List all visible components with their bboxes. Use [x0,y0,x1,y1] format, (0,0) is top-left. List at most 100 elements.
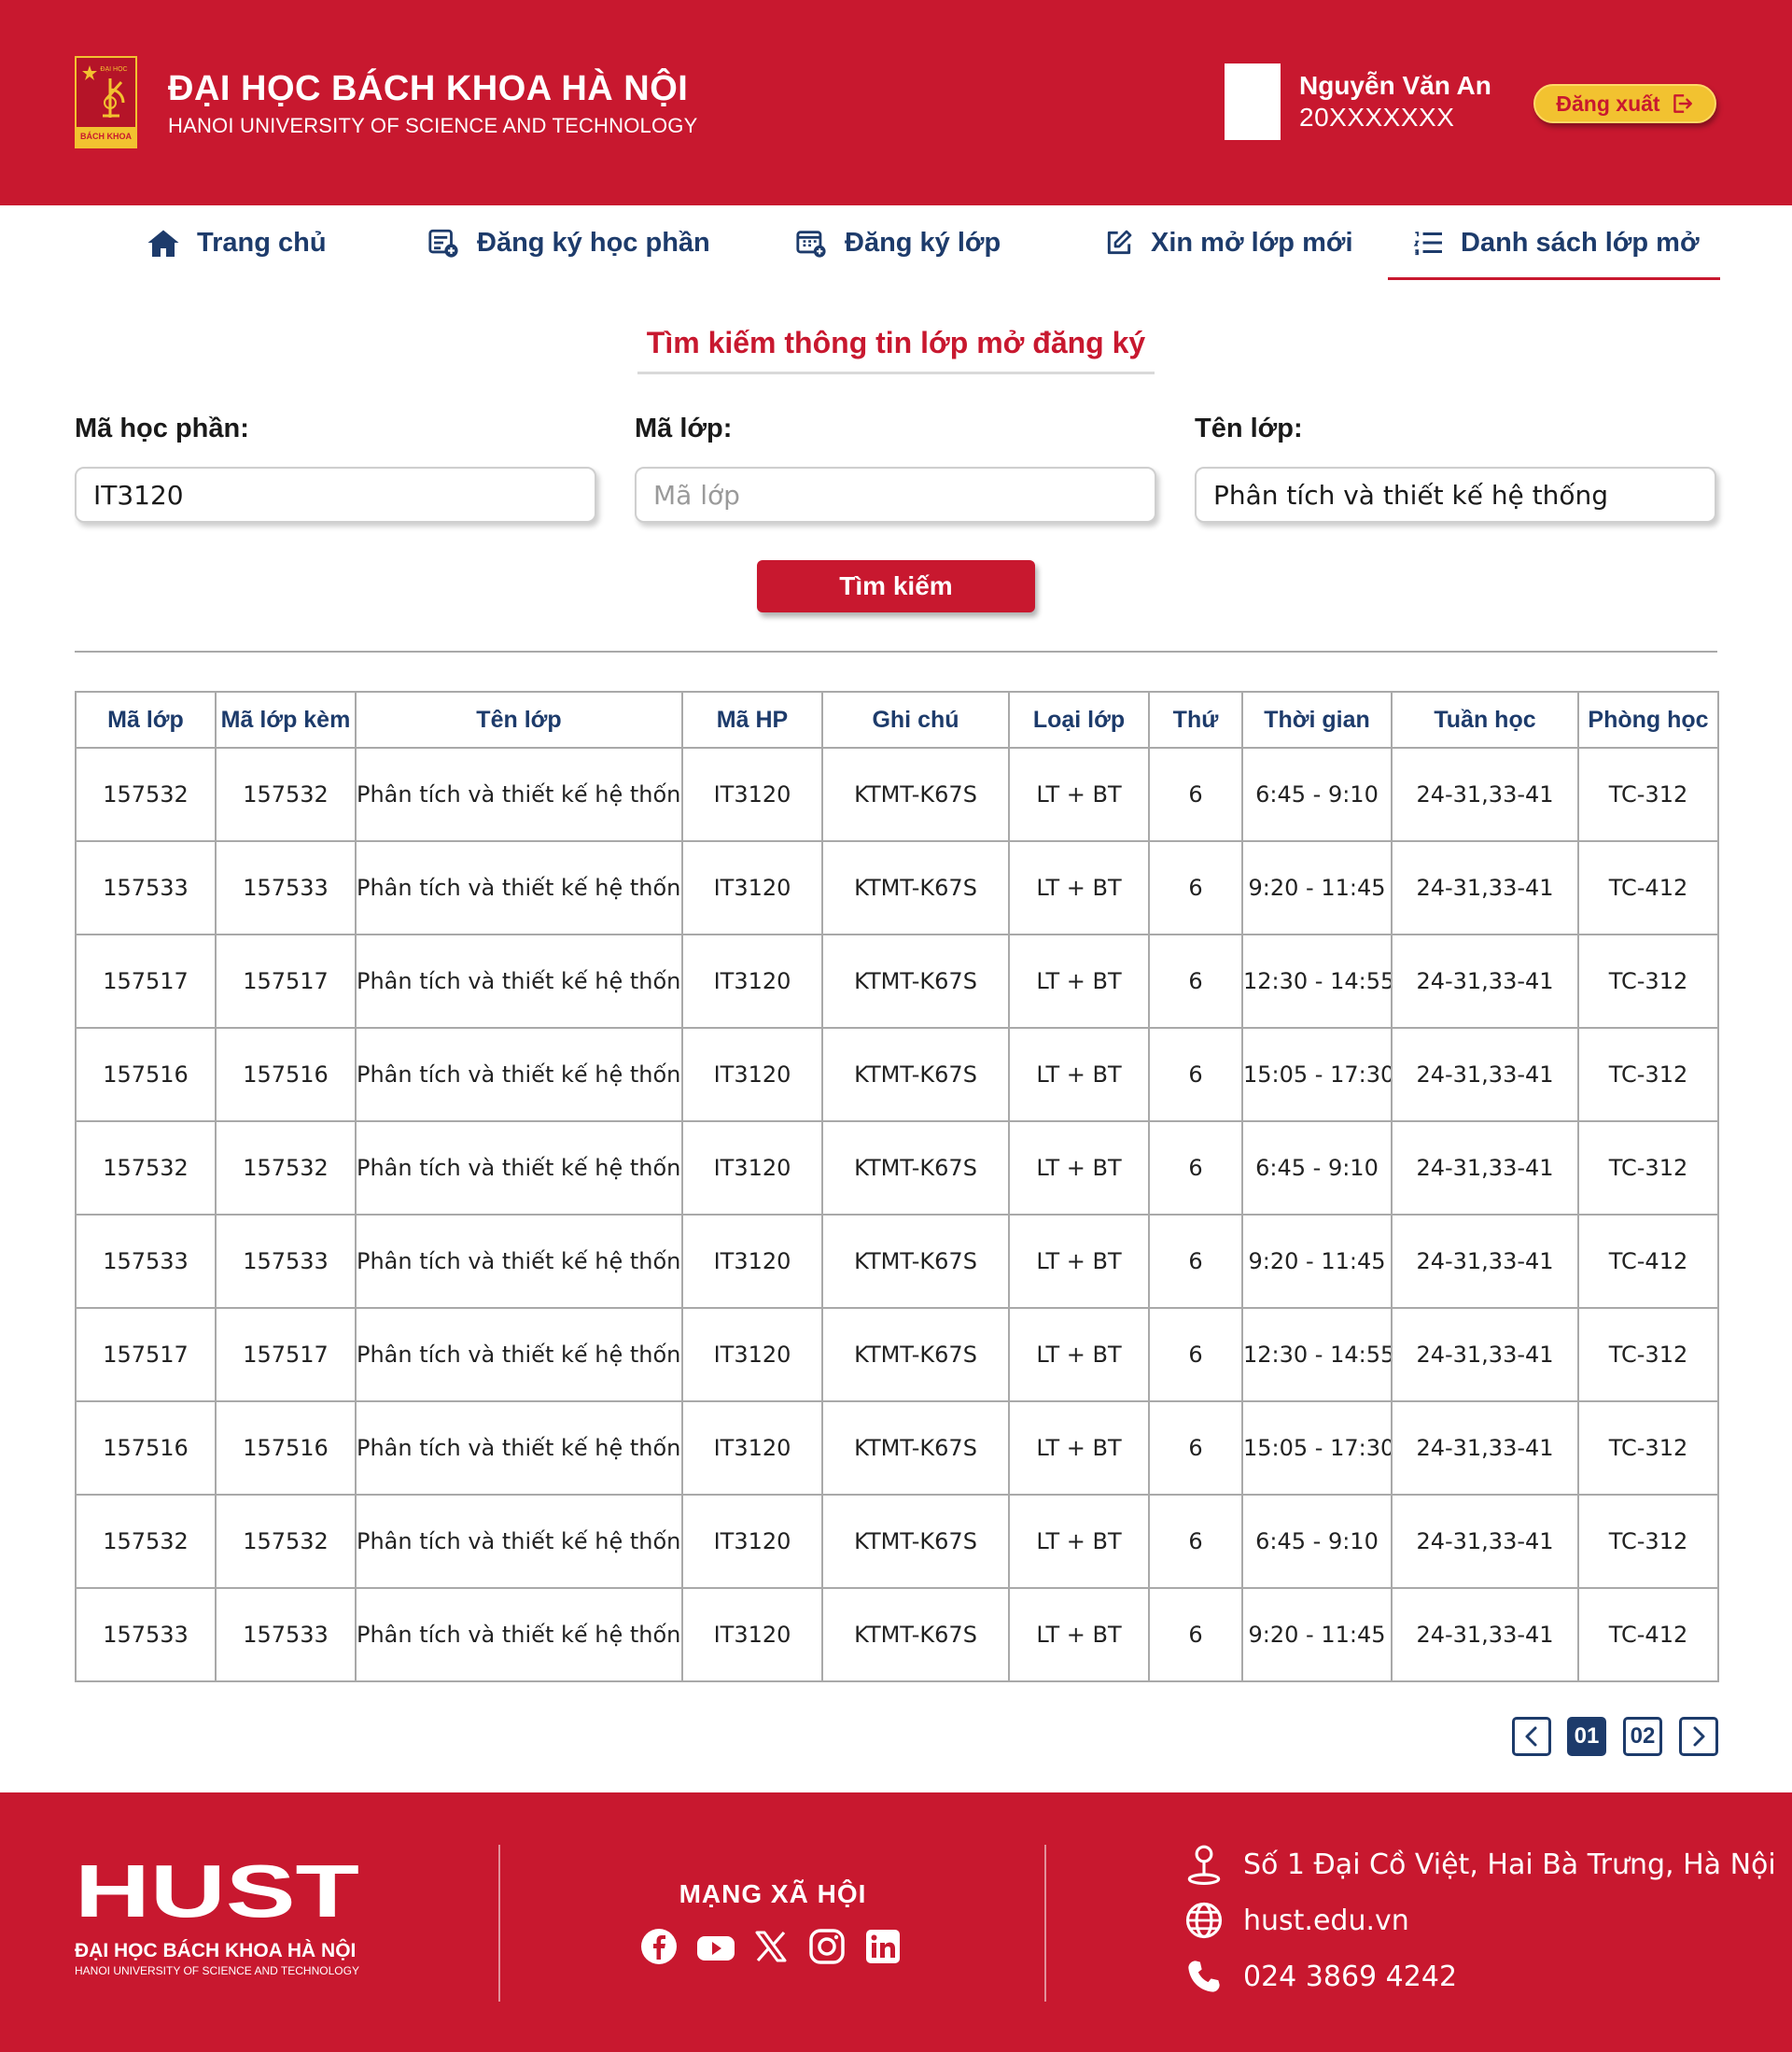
column-header: Mã lớp kèm [215,691,357,749]
table-cell: Phân tích và thiết kế hệ thống [355,747,683,842]
main-nav: Trang chủ Đăng ký học phần Đăng ký lớp X… [0,205,1792,280]
table-row[interactable]: 157532 157532 Phân tích và thiết kế hệ thố… [75,1494,1719,1589]
table-row[interactable]: 157533 157533 Phân tích và thiết kế hệ thố… [75,840,1719,935]
table-cell: LT + BT [1008,1027,1150,1122]
table-cell: 157532 [75,747,217,842]
phone-icon [1183,1956,1225,1997]
table-row[interactable]: 157532 157532 Phân tích và thiết kế hệ thố… [75,1120,1719,1216]
table-row[interactable]: 157517 157517 Phân tích và thiết kế hệ thố… [75,934,1719,1029]
nav-item-home[interactable]: Trang chủ [147,205,327,280]
table-cell: 24-31,33-41 [1391,1307,1579,1402]
table-cell: 157533 [75,840,217,935]
table-cell: IT3120 [681,1494,823,1589]
page-button-02[interactable]: 02 [1623,1717,1662,1756]
table-cell: 9:20 - 11:45 [1241,1587,1393,1682]
course-code-label: Mã học phần: [75,414,249,443]
table-cell: KTMT-K67S [821,747,1010,842]
table-cell: KTMT-K67S [821,1027,1010,1122]
nav-item-request-class[interactable]: Xin mở lớp mới [1104,205,1353,280]
course-code-input[interactable] [75,467,596,523]
table-cell: 9:20 - 11:45 [1241,840,1393,935]
table-cell: 6 [1148,747,1243,842]
header: ĐẠI HỌC BÁCH KHOA ĐẠI HỌC BÁCH KHOA HÀ N… [0,0,1792,205]
table-cell: LT + BT [1008,1587,1150,1682]
table-cell: LT + BT [1008,1307,1150,1402]
edit-icon [1107,230,1132,255]
table-row[interactable]: 157533 157533 Phân tích và thiết kế hệ thố… [75,1214,1719,1309]
page-button-01[interactable]: 01 [1567,1717,1606,1756]
prev-page-button[interactable] [1512,1717,1551,1756]
table-cell: Phân tích và thiết kế hệ thống [355,934,683,1029]
facebook-icon[interactable] [640,1928,678,1965]
table-cell: 6:45 - 9:10 [1241,1494,1393,1589]
nav-item-course-register[interactable]: Đăng ký học phần [427,205,710,280]
column-header: Thứ [1148,691,1243,749]
table-cell: LT + BT [1008,1214,1150,1309]
chevron-left-icon [1525,1726,1537,1747]
search-button[interactable]: Tìm kiếm [757,560,1035,612]
table-cell: Phân tích và thiết kế hệ thống [355,1587,683,1682]
logo-top-text: ĐẠI HỌC [100,66,127,73]
table-cell: 6 [1148,934,1243,1029]
x-icon[interactable] [752,1928,790,1965]
class-name-input[interactable] [1195,467,1716,523]
table-cell: 157517 [75,1307,217,1402]
website-link[interactable]: hust.edu.vn [1243,1904,1409,1937]
social-title: MẠNG XÃ HỘI [679,1879,867,1908]
nav-item-class-register[interactable]: Đăng ký lớp [794,205,1001,280]
table-cell: 157517 [75,934,217,1029]
table-cell: 24-31,33-41 [1391,747,1579,842]
logout-button[interactable]: Đăng xuất [1533,84,1716,123]
class-code-input[interactable] [635,467,1156,523]
table-cell: Phân tích và thiết kế hệ thống [355,1214,683,1309]
table-row[interactable]: 157517 157517 Phân tích và thiết kế hệ thố… [75,1307,1719,1402]
hust-logo[interactable]: HUST [75,1861,359,1920]
column-header: Phòng học [1577,691,1719,749]
table-cell: KTMT-K67S [821,1400,1010,1496]
table-cell: TC-312 [1577,747,1719,842]
footer-address: Số 1 Đại Cồ Việt, Hai Bà Trưng, Hà Nội [1183,1844,1776,1885]
table-cell: 157533 [215,840,357,935]
user-name: Nguyễn Văn An [1299,71,1491,100]
logo-caption: BÁCH KHOA [77,127,135,147]
table-row[interactable]: 157516 157516 Phân tích và thiết kế hệ thố… [75,1400,1719,1496]
avatar[interactable] [1225,63,1281,140]
class-name-label: Tên lớp: [1195,414,1303,443]
youtube-icon[interactable] [696,1928,735,1965]
table-cell: 6 [1148,1307,1243,1402]
footer-divider [1044,1845,1046,2002]
table-cell: 157533 [75,1587,217,1682]
table-row[interactable]: 157533 157533 Phân tích và thiết kế hệ thố… [75,1587,1719,1682]
logout-label: Đăng xuất [1556,91,1660,116]
nav-item-open-classes[interactable]: Danh sách lớp mở [1388,205,1720,280]
table-cell: 157533 [215,1587,357,1682]
course-register-icon [428,229,458,258]
table-cell: 6 [1148,1214,1243,1309]
instagram-icon[interactable] [808,1928,846,1965]
table-row[interactable]: 157516 157516 Phân tích và thiết kế hệ thố… [75,1027,1719,1122]
phone-text: 024 3869 4242 [1243,1960,1458,1993]
class-code-label: Mã lớp: [635,414,733,443]
table-cell: KTMT-K67S [821,1120,1010,1216]
university-logo[interactable]: ĐẠI HỌC BÁCH KHOA [75,56,137,148]
next-page-button[interactable] [1679,1717,1718,1756]
table-cell: 6:45 - 9:10 [1241,1120,1393,1216]
table-cell: KTMT-K67S [821,934,1010,1029]
footer-phone: 024 3869 4242 [1183,1956,1457,1997]
chevron-right-icon [1693,1726,1705,1747]
footer-website[interactable]: hust.edu.vn [1183,1900,1409,1941]
class-register-icon [796,231,826,258]
table-row[interactable]: 157532 157532 Phân tích và thiết kế hệ thố… [75,747,1719,842]
column-header: Mã lớp [75,691,217,749]
table-cell: LT + BT [1008,840,1150,935]
table-cell: IT3120 [681,1400,823,1496]
table-cell: TC-312 [1577,1494,1719,1589]
linkedin-icon[interactable] [864,1928,902,1965]
footer: HUST ĐẠI HỌC BÁCH KHOA HÀ NỘI HANOI UNIV… [0,1792,1792,2052]
table-cell: TC-312 [1577,1307,1719,1402]
table-cell: 157516 [75,1027,217,1122]
table-cell: 15:05 - 17:30 [1241,1027,1393,1122]
table-cell: 6 [1148,1587,1243,1682]
table-cell: IT3120 [681,1120,823,1216]
table-cell: 6:45 - 9:10 [1241,747,1393,842]
